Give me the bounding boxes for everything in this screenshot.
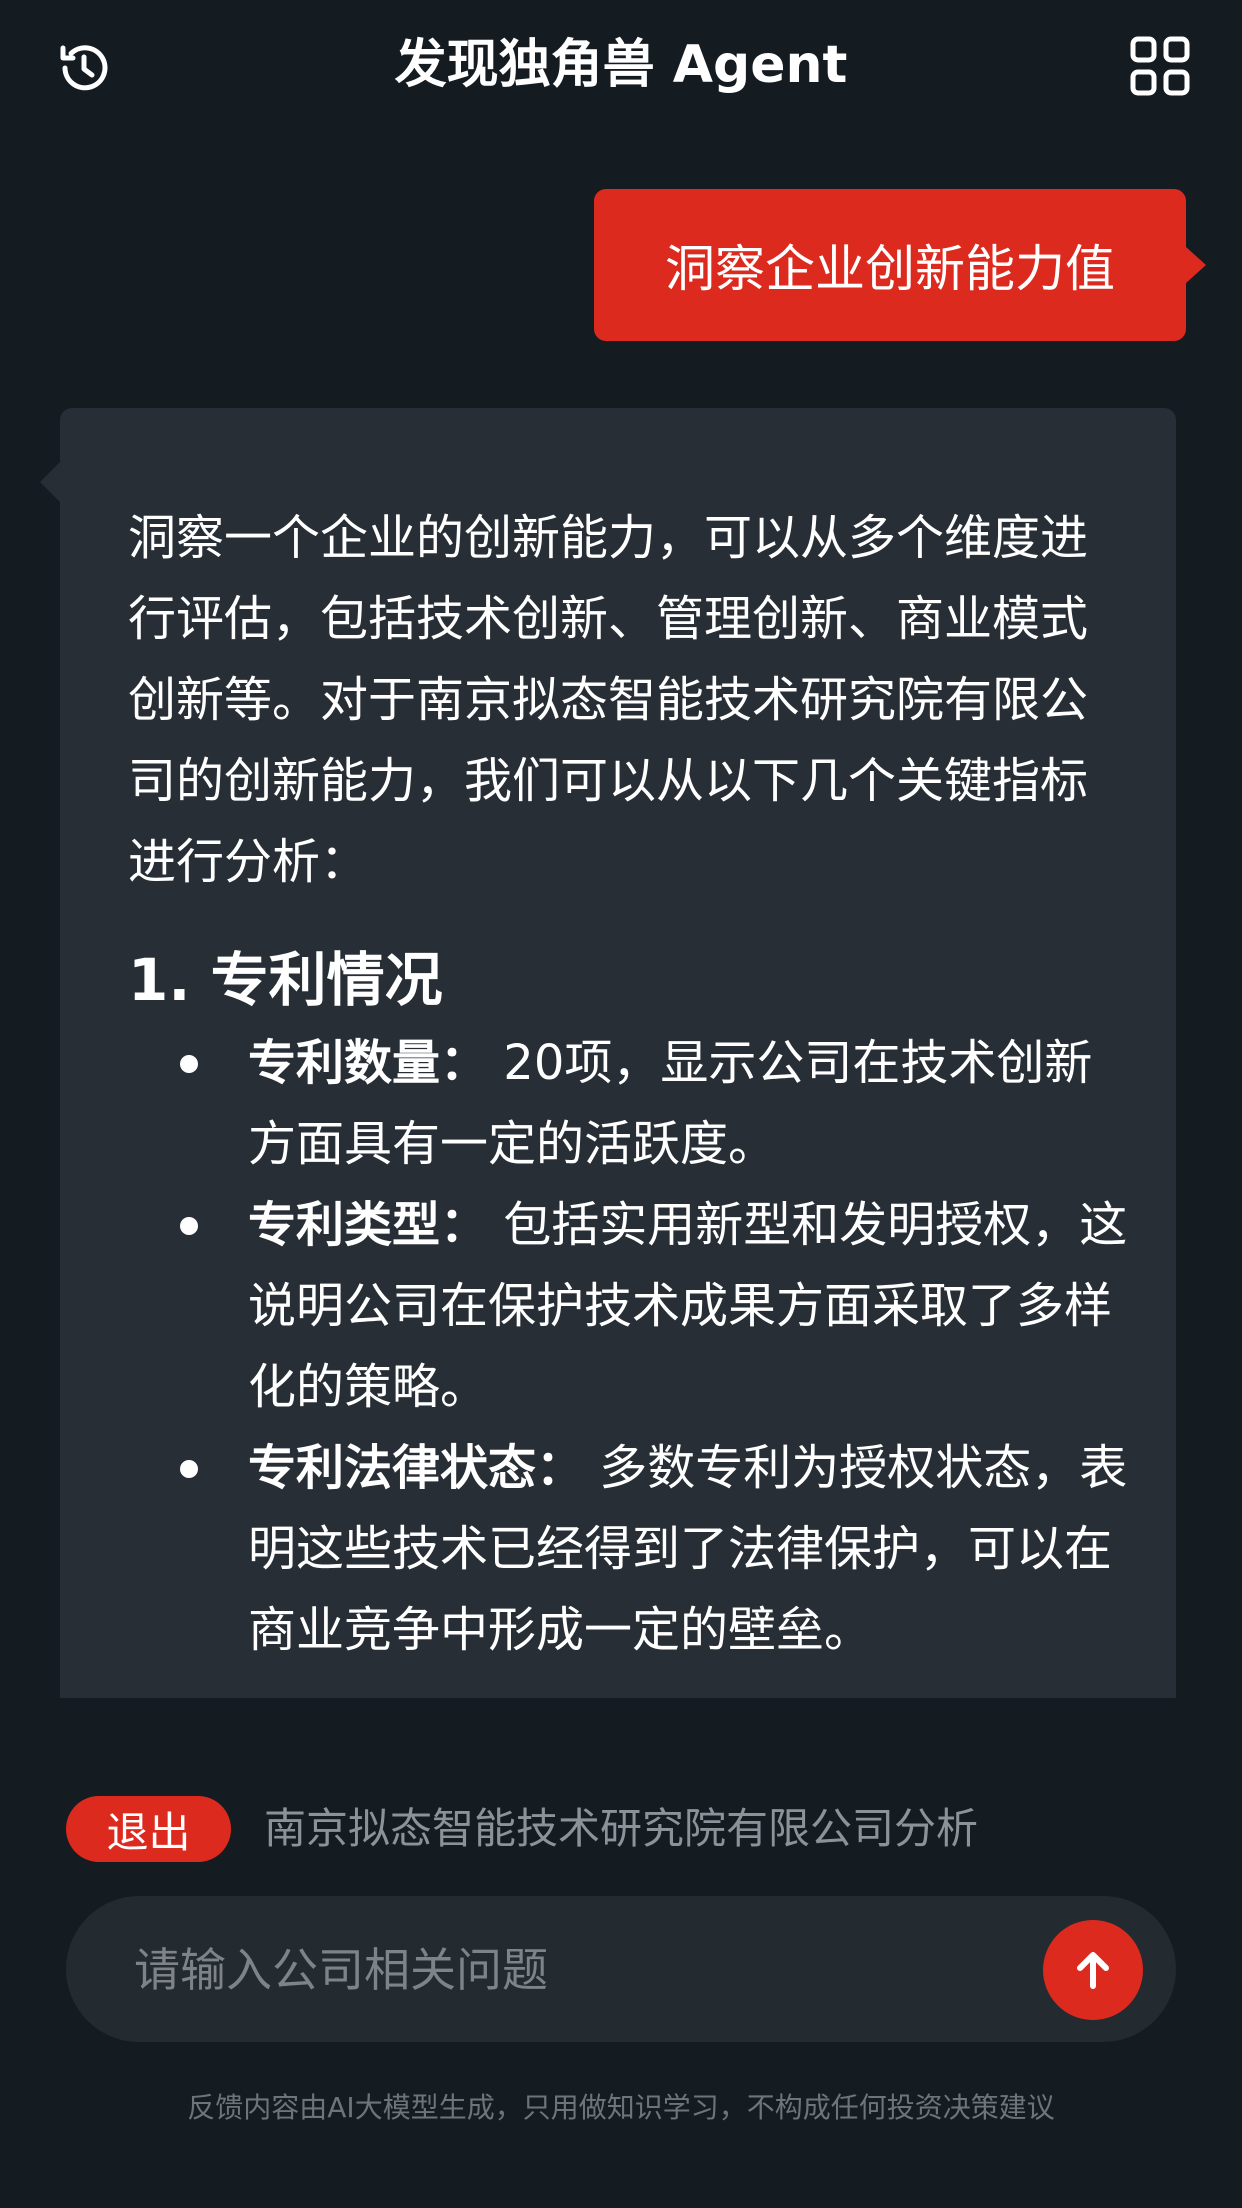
section-heading: 1. 专利情况	[128, 946, 443, 1014]
ai-response-content: 洞察一个企业的创新能力，可以从多个维度进行评估，包括技术创新、管理创新、商业模式…	[128, 498, 1128, 1671]
bullet-item-patent-count: 专利数量： 20项，显示公司在技术创新方面具有一定的活跃度。	[180, 1023, 1128, 1185]
arrow-up-icon	[1077, 1952, 1109, 1989]
bullet-dot-icon	[180, 1055, 198, 1073]
bullet-list: 专利数量： 20项，显示公司在技术创新方面具有一定的活跃度。 专利类型： 包括实…	[128, 1023, 1128, 1671]
footer-disclaimer: 反馈内容由AI大模型生成，只用做知识学习，不构成任何投资决策建议	[187, 2091, 1055, 2124]
user-message-text: 洞察企业创新能力值	[665, 240, 1115, 298]
page-title: 发现独角兽 Agent	[394, 35, 848, 95]
apps-grid-icon[interactable]	[1130, 36, 1190, 96]
question-input[interactable]	[132, 1896, 1036, 2044]
bullet-item-patent-legal-status: 专利法律状态： 多数专利为授权状态，表明这些技术已经得到了法律保护，可以在商业竞…	[180, 1428, 1128, 1671]
bullet-item-patent-type: 专利类型： 包括实用新型和发明授权，这说明公司在保护技术成果方面采取了多样化的策…	[180, 1185, 1128, 1428]
company-context-label: 南京拟态智能技术研究院有限公司分析	[264, 1804, 979, 1853]
send-button[interactable]	[1043, 1920, 1143, 2020]
exit-button[interactable]: 退出	[66, 1796, 231, 1862]
bullet-label: 专利类型：	[248, 1197, 489, 1253]
top-bar: 发现独角兽 Agent	[0, 0, 1242, 132]
user-message-bubble: 洞察企业创新能力值	[594, 189, 1206, 341]
bullet-dot-icon	[180, 1217, 198, 1235]
question-input-bar	[66, 1896, 1176, 2044]
ai-intro-text: 洞察一个企业的创新能力，可以从多个维度进行评估，包括技术创新、管理创新、商业模式…	[128, 510, 1089, 890]
ai-response-bubble: 洞察一个企业的创新能力，可以从多个维度进行评估，包括技术创新、管理创新、商业模式…	[60, 408, 1176, 1698]
bullet-dot-icon	[180, 1460, 198, 1478]
bullet-label: 专利法律状态：	[248, 1440, 585, 1496]
history-icon[interactable]	[52, 36, 116, 100]
bullet-label: 专利数量：	[248, 1035, 489, 1091]
ai-bubble-tail	[40, 462, 60, 502]
